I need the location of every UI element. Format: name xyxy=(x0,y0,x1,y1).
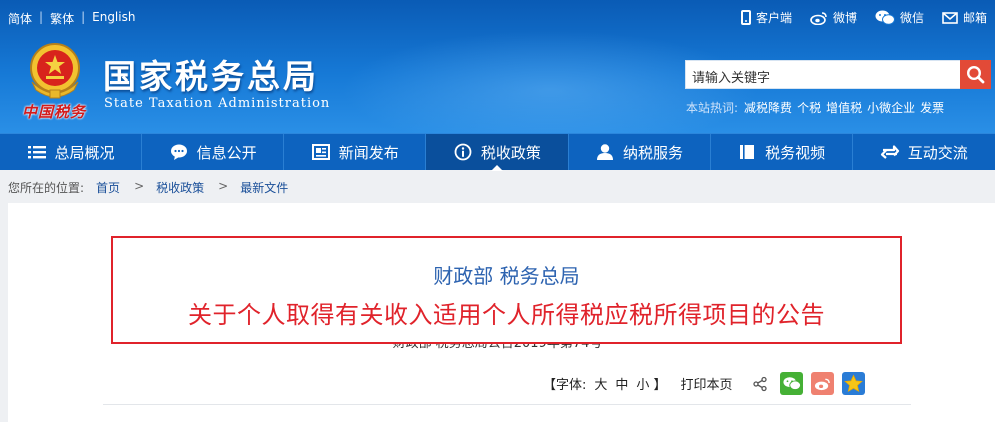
lang-separator: | xyxy=(81,10,86,24)
nav-item-label: 总局概况 xyxy=(54,143,115,162)
star-icon xyxy=(844,374,864,393)
mail-icon xyxy=(942,11,958,24)
print-page-link[interactable]: 打印本页 xyxy=(680,374,732,393)
article-tools: 【字体: 大 中 小 】 打印本页 xyxy=(543,372,866,395)
menu-icon xyxy=(27,146,46,159)
breadcrumb-tax-policy[interactable]: 税收政策 xyxy=(156,179,204,196)
hot-keyword[interactable]: 发票 xyxy=(920,99,944,116)
nav-item-disclosure[interactable]: 信息公开 xyxy=(142,134,285,170)
site-subtitle: State Taxation Administration xyxy=(104,96,331,111)
client-link-label: 客户端 xyxy=(755,11,792,25)
site-header: 简体 | 繁体 | English 客户端 微博 微信 邮箱 中国税务 国家税务… xyxy=(0,0,995,133)
font-size-bracket: 】 xyxy=(653,378,667,393)
nav-item-label: 税收政策 xyxy=(480,143,541,162)
article-issuer: 财政部 税务总局 xyxy=(433,264,580,288)
nav-item-label: 互动交流 xyxy=(907,143,968,162)
lang-english[interactable]: English xyxy=(92,10,135,27)
nav-item-taxpayer-service[interactable]: 纳税服务 xyxy=(569,134,711,170)
nav-item-label: 税务视频 xyxy=(765,143,826,162)
breadcrumb-arrow: > xyxy=(218,179,229,193)
breadcrumb-arrow: > xyxy=(134,179,145,193)
nav-item-overview[interactable]: 总局概况 xyxy=(0,134,143,170)
lang-traditional[interactable]: 繁体 xyxy=(50,10,74,27)
font-size-small[interactable]: 小 xyxy=(636,374,649,393)
phone-icon xyxy=(740,10,751,25)
weibo-icon xyxy=(815,378,831,390)
weibo-link-label: 微博 xyxy=(832,11,857,25)
font-size-large[interactable]: 大 xyxy=(594,374,607,393)
font-size-medium[interactable]: 中 xyxy=(615,374,628,393)
font-size-label: 【字体: xyxy=(543,378,587,393)
hot-keyword[interactable]: 个税 xyxy=(797,99,821,116)
content-divider xyxy=(103,404,911,405)
nav-item-news[interactable]: 新闻发布 xyxy=(284,134,427,170)
nav-item-tax-policy[interactable]: 税收政策 xyxy=(426,134,569,171)
article-heading-box: 财政部 税务总局 关于个人取得有关收入适用个人所得税应税所得项目的公告 xyxy=(111,236,902,344)
emblem-calligraphy: 中国税务 xyxy=(22,103,87,121)
article-title: 关于个人取得有关收入适用个人所得税应税所得项目的公告 xyxy=(188,301,825,329)
breadcrumb: 您所在的位置: 首页 > 税收政策 > 最新文件 xyxy=(8,179,288,196)
wechat-link-label: 微信 xyxy=(899,11,924,25)
wechat-link[interactable]: 微信 xyxy=(875,9,924,26)
exchange-icon xyxy=(880,145,899,159)
hot-keywords: 本站热词: 减税降费 个税 增值税 小微企业 发票 xyxy=(686,99,949,116)
nav-item-label: 新闻发布 xyxy=(338,143,399,162)
nav-item-label: 信息公开 xyxy=(196,143,257,162)
nav-item-interaction[interactable]: 互动交流 xyxy=(853,134,995,170)
lang-separator: | xyxy=(39,10,44,24)
mail-link-label: 邮箱 xyxy=(962,11,987,25)
info-icon xyxy=(454,143,472,161)
newspaper-icon xyxy=(311,144,330,160)
user-icon xyxy=(597,144,614,160)
search-icon xyxy=(966,65,985,84)
wechat-icon xyxy=(783,377,801,391)
breadcrumb-home[interactable]: 首页 xyxy=(96,179,120,196)
top-links: 客户端 微博 微信 邮箱 xyxy=(723,9,987,26)
share-wechat-button[interactable] xyxy=(780,372,804,395)
weibo-icon xyxy=(810,11,827,25)
breadcrumb-latest-documents[interactable]: 最新文件 xyxy=(240,179,288,196)
wechat-icon xyxy=(875,10,895,25)
hot-keyword[interactable]: 小微企业 xyxy=(867,99,915,116)
favorite-button[interactable] xyxy=(842,372,866,395)
weibo-link[interactable]: 微博 xyxy=(810,9,857,26)
hot-keyword[interactable]: 减税降费 xyxy=(744,99,792,116)
hot-keywords-label: 本站热词: xyxy=(686,101,739,115)
search-button[interactable] xyxy=(960,60,991,89)
language-switcher: 简体 | 繁体 | English xyxy=(8,10,135,27)
search-input[interactable]: 请输入关键字 xyxy=(685,60,961,89)
tax-emblem-icon[interactable] xyxy=(22,38,88,104)
mail-link[interactable]: 邮箱 xyxy=(942,9,987,26)
nav-item-label: 纳税服务 xyxy=(623,143,684,162)
book-icon xyxy=(740,145,755,159)
hot-keyword[interactable]: 增值税 xyxy=(826,99,862,116)
breadcrumb-prefix: 您所在的位置: xyxy=(8,181,85,195)
share-icon[interactable] xyxy=(752,376,768,392)
chat-bubble-icon xyxy=(170,144,187,160)
client-link[interactable]: 客户端 xyxy=(740,9,792,26)
lang-simplified[interactable]: 简体 xyxy=(8,10,32,27)
nav-item-tax-video[interactable]: 税务视频 xyxy=(711,134,853,170)
site-title[interactable]: 国家税务总局 xyxy=(103,50,319,98)
main-nav: 总局概况 信息公开 新闻发布 税收政策 纳税服务 税务视频 互动交流 xyxy=(0,133,995,171)
share-weibo-button[interactable] xyxy=(811,372,835,395)
